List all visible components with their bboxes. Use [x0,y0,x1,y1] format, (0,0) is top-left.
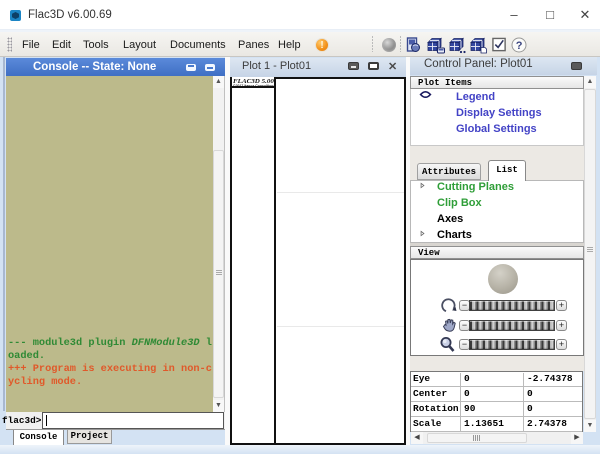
svg-text:?: ? [516,40,523,52]
